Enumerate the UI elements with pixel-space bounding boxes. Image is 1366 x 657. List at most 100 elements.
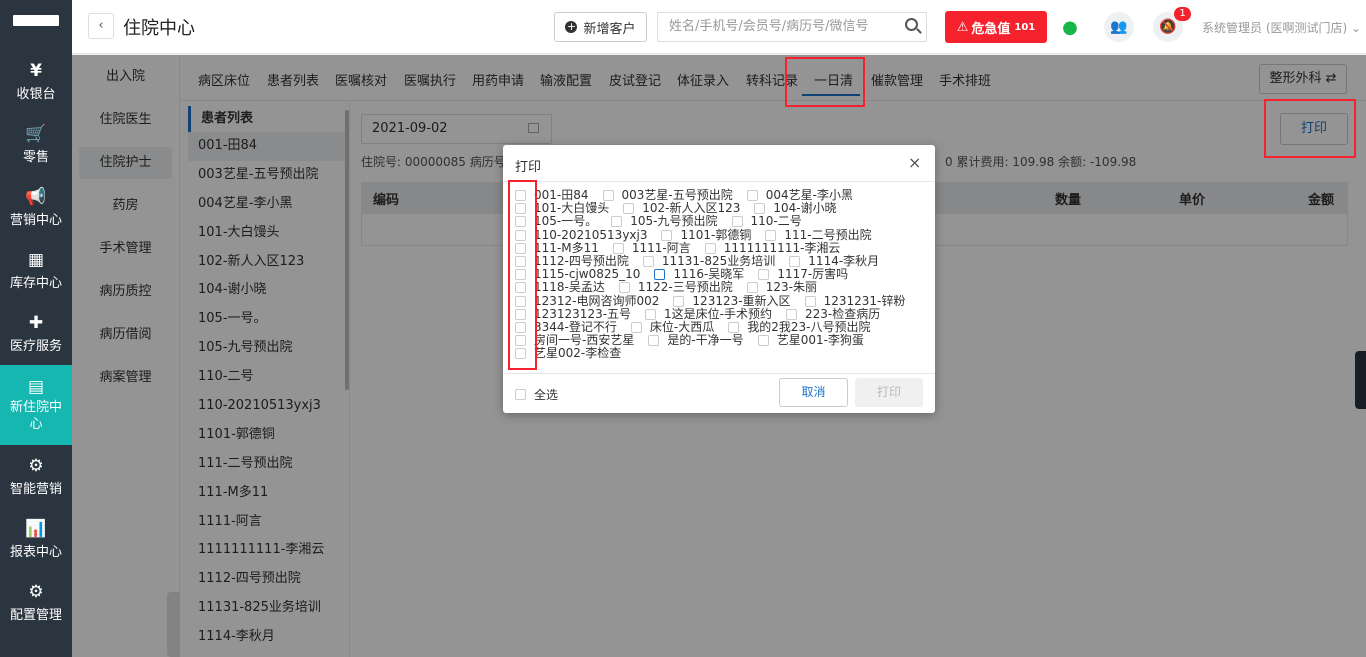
dialog-title: 打印: [515, 160, 542, 175]
print-dialog: 打印 × 001-田84 003艺星-五号预出院 004艺星-李小黑 101-大白馒头…: [503, 145, 935, 413]
nav-retail[interactable]: 🛒 零售: [0, 113, 72, 176]
logo: [0, 0, 72, 40]
chevron-down-icon: ⌄: [1351, 21, 1362, 35]
checkbox[interactable]: [746, 190, 758, 202]
checkbox[interactable]: [618, 282, 630, 294]
checkbox[interactable]: [757, 335, 769, 347]
patient-checkbox-option[interactable]: 1这是床位-手术预约: [645, 307, 772, 321]
checkbox-row: 1118-吴孟达 1122-三号预出院 123-朱丽: [515, 281, 925, 294]
checkbox[interactable]: [645, 308, 657, 320]
checkbox[interactable]: [661, 229, 673, 241]
checkbox[interactable]: [731, 216, 743, 228]
checkbox[interactable]: [758, 269, 770, 281]
nav-reports[interactable]: 📊 报表中心: [0, 508, 72, 571]
checkbox-label: 1111111111-李湘云: [723, 240, 841, 255]
cart-icon: 🛒: [25, 124, 47, 144]
patient-checkbox-option[interactable]: 1122-三号预出院: [618, 280, 733, 295]
checkbox-row: 123123123-五号 1这是床位-手术预约 223-检查病历: [515, 306, 925, 321]
checkbox[interactable]: [746, 282, 758, 294]
gear-icon: ⚙: [28, 582, 44, 602]
checkbox-label: 123123-重新入区: [692, 293, 791, 308]
checkbox[interactable]: [612, 242, 624, 254]
hospital-icon: ▤: [27, 377, 45, 397]
nav-medical[interactable]: ✚ 医疗服务: [0, 302, 72, 365]
patient-checkbox-list: 001-田84 003艺星-五号预出院 004艺星-李小黑 101-大白馒头 102-新…: [515, 188, 925, 365]
plus-icon: +: [565, 20, 578, 33]
checkbox-label: 1111-阿言: [631, 240, 691, 255]
checkbox[interactable]: [611, 216, 623, 228]
checkbox-label: 1118-吴孟达: [534, 280, 605, 295]
patient-checkbox-option[interactable]: 110-二号: [731, 214, 802, 229]
checkbox-label: 223-检查病历: [805, 306, 881, 321]
nav-inventory[interactable]: ▦ 库存中心: [0, 239, 72, 302]
notification-badge: 1: [1174, 7, 1191, 21]
patient-checkbox-option[interactable]: 111-二号预出院: [765, 227, 872, 242]
nav-cashier[interactable]: ¥ 收银台: [0, 50, 72, 113]
checkbox[interactable]: [642, 256, 654, 268]
patient-checkbox-option[interactable]: 是的-干净一号: [648, 333, 744, 348]
checkbox[interactable]: [630, 321, 642, 333]
patient-checkbox-option[interactable]: 1101-郭德铜: [661, 227, 752, 242]
search-icon[interactable]: [905, 18, 918, 31]
checkbox[interactable]: [789, 256, 801, 268]
nav-marketing[interactable]: 📢 营销中心: [0, 176, 72, 239]
critical-value-button[interactable]: ⚠ 危急值 101: [945, 11, 1047, 43]
patient-checkbox-option[interactable]: 1231231-锌粉: [804, 293, 906, 308]
checkbox-row: 111-M多11 1111-阿言 1111111111-李湘云: [515, 240, 925, 255]
cancel-button[interactable]: 取消: [779, 378, 848, 407]
nav-config[interactable]: ⚙ 配置管理: [0, 571, 72, 634]
back-button[interactable]: ‹: [88, 13, 114, 39]
grid-icon: ▦: [27, 250, 45, 270]
checkbox-label: 艺星001-李狗蛋: [776, 333, 864, 348]
yen-icon: ¥: [30, 61, 42, 81]
checkbox[interactable]: [765, 229, 777, 241]
patient-checkbox-option[interactable]: 105-九号预出院: [611, 215, 718, 228]
checkbox-label: 123-朱丽: [765, 280, 817, 295]
checkbox[interactable]: [704, 242, 716, 254]
checkbox-label: 12312-电网咨询师002: [534, 293, 660, 308]
alert-icon: ⚠: [956, 19, 969, 35]
close-icon[interactable]: ×: [908, 153, 921, 172]
patient-checkbox-option[interactable]: 123123-重新入区: [673, 293, 791, 308]
nav-inpatient[interactable]: ▤ 新住院中心: [0, 365, 72, 445]
checkbox-label: 110-20210513yxj3: [534, 227, 648, 242]
confirm-print-button[interactable]: 打印: [855, 378, 923, 407]
checkbox-row: 艺星002-李检查: [515, 347, 925, 360]
checkbox-label: 是的-干净一号: [667, 333, 744, 348]
checkbox-row: 105-一号。 105-九号预出院 110-二号: [515, 215, 925, 228]
brain-icon: ⚙: [28, 456, 44, 476]
checkbox[interactable]: [648, 335, 660, 347]
checkbox-label: 1231231-锌粉: [823, 293, 906, 308]
checkbox-label: 110-二号: [750, 214, 802, 229]
checkbox[interactable]: [673, 295, 685, 307]
patient-checkbox-option[interactable]: 123-朱丽: [746, 280, 817, 295]
checkbox[interactable]: [754, 203, 766, 215]
left-nav: ¥ 收银台 🛒 零售 📢 营销中心 ▦ 库存中心 ✚ 医疗服务 ▤ 新住院中心 ⚙ 智能营销 …: [0, 0, 72, 657]
user-menu[interactable]: 系统管理员 (医啊测试门店) ⌄: [1202, 19, 1361, 36]
checkbox[interactable]: [602, 190, 614, 202]
patient-checkbox-option[interactable]: 223-检查病历: [786, 306, 881, 321]
users-icon[interactable]: 👥: [1104, 12, 1134, 42]
checkbox[interactable]: [728, 321, 740, 333]
highlight-daily-tab: [785, 57, 865, 107]
patient-checkbox-option[interactable]: 1111-阿言: [612, 240, 691, 255]
nav-smart-marketing[interactable]: ⚙ 智能营销: [0, 445, 72, 508]
patient-checkbox-option[interactable]: 艺星001-李狗蛋: [757, 333, 864, 348]
search-input[interactable]: 姓名/手机号/会员号/病历号/微信号: [657, 12, 927, 42]
megaphone-icon: 📢: [25, 187, 47, 207]
checkbox-label: 1122-三号预出院: [637, 280, 733, 295]
highlight-print-button: [1264, 99, 1356, 158]
checkbox[interactable]: [515, 389, 526, 400]
checkbox-label: 123123123-五号: [534, 306, 632, 321]
checkbox[interactable]: [654, 269, 666, 281]
checkbox[interactable]: [786, 308, 798, 320]
checkbox-label: 111-二号预出院: [784, 227, 872, 242]
checkbox-label: 艺星002-李检查: [534, 346, 622, 361]
patient-checkbox-option[interactable]: 1111111111-李湘云: [704, 240, 841, 255]
checkbox[interactable]: [623, 203, 635, 215]
checkbox-label: 1101-郭德铜: [680, 227, 752, 242]
new-customer-button[interactable]: + 新增客户: [554, 12, 647, 42]
select-all-checkbox[interactable]: 全选: [515, 386, 558, 403]
checkbox[interactable]: [804, 295, 816, 307]
wechat-icon[interactable]: ●: [1055, 12, 1085, 42]
